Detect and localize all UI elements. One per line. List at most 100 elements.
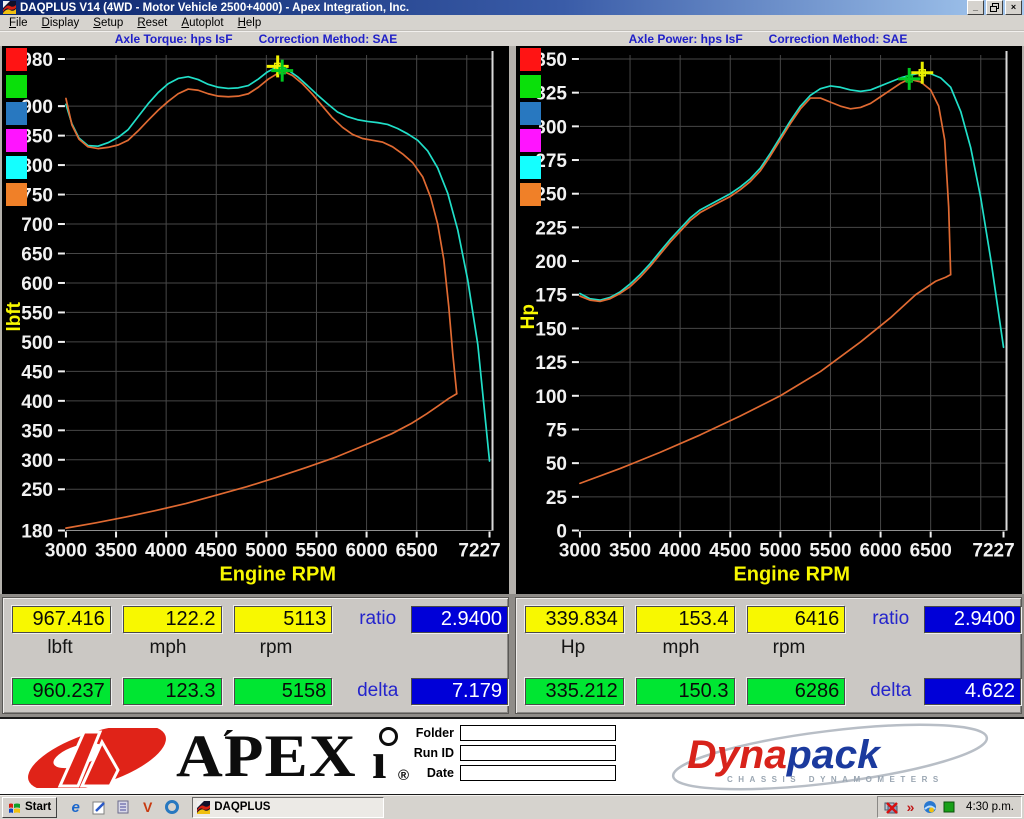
status-square-icon[interactable] xyxy=(941,800,956,815)
taskbar: Start e V DAQPLUS xyxy=(0,795,1024,819)
update-globe-icon[interactable] xyxy=(922,800,937,815)
svg-text:250: 250 xyxy=(535,185,567,206)
unit-rpm: rpm xyxy=(228,637,324,659)
svg-text:7227: 7227 xyxy=(972,541,1014,562)
date-input[interactable] xyxy=(460,765,616,781)
apex-logo-text: APEX xyxy=(176,719,357,793)
logo-strip: APEX ´ ı ® Folder Run ID Date Dynapack xyxy=(0,717,1024,795)
minimize-button[interactable]: _ xyxy=(967,0,984,15)
charts-row: 9809008508007507006506005505004504003503… xyxy=(0,46,1024,593)
svg-text:Engine RPM: Engine RPM xyxy=(219,564,336,586)
app-icon xyxy=(3,1,16,14)
svg-text:700: 700 xyxy=(21,215,53,236)
rpm-run1-value: 6416 xyxy=(747,606,846,633)
daqplus-app-icon xyxy=(197,801,210,814)
svg-text:150: 150 xyxy=(535,320,567,341)
messenger-icon[interactable] xyxy=(163,799,180,816)
torque-header: Axle Torque: hps IsF Correction Method: … xyxy=(0,31,512,46)
svg-text:6500: 6500 xyxy=(396,541,438,562)
windows-flag-icon xyxy=(8,801,22,814)
svg-text:Hp: Hp xyxy=(517,304,538,329)
close-button[interactable]: × xyxy=(1005,0,1022,15)
svg-text:125: 125 xyxy=(535,353,567,374)
menu-setup[interactable]: Setup xyxy=(86,17,130,29)
media-v-icon[interactable]: V xyxy=(139,799,156,816)
power-run1-value: 339.834 xyxy=(525,606,624,633)
date-label: Date xyxy=(404,766,454,780)
run-id-input[interactable] xyxy=(460,745,616,761)
svg-text:5000: 5000 xyxy=(759,541,801,562)
svg-text:350: 350 xyxy=(21,422,53,443)
svg-text:3500: 3500 xyxy=(608,541,650,562)
svg-text:180: 180 xyxy=(21,522,53,543)
torque-correction-label: Correction Method: SAE xyxy=(259,32,398,46)
app-window: DAQPLUS V14 (4WD - Motor Vehicle 2500+40… xyxy=(0,0,1024,819)
menu-file[interactable]: File xyxy=(2,17,35,29)
mph-run2-value: 123.3 xyxy=(123,678,222,705)
svg-text:980: 980 xyxy=(21,50,53,71)
svg-text:3000: 3000 xyxy=(558,541,600,562)
torque-chart-plot[interactable]: 9809008508007507006506005505004504003503… xyxy=(2,46,509,593)
restore-button[interactable] xyxy=(986,0,1003,15)
svg-text:900: 900 xyxy=(21,97,53,118)
system-tray: » 4:30 p.m. xyxy=(877,796,1022,818)
start-button[interactable]: Start xyxy=(2,797,57,818)
svg-text:275: 275 xyxy=(535,151,567,172)
network-error-icon[interactable] xyxy=(884,800,899,815)
svg-text:350: 350 xyxy=(535,50,567,71)
document-icon[interactable] xyxy=(115,799,132,816)
menu-help[interactable]: Help xyxy=(231,17,269,29)
ie-icon[interactable]: e xyxy=(67,799,84,816)
dynapack-logo-text: Dynapack xyxy=(687,733,880,778)
unit-hp: Hp xyxy=(525,637,621,659)
apex-emblem-icon xyxy=(22,728,172,788)
svg-text:250: 250 xyxy=(21,480,53,501)
power-header-title: Axle Power: hps IsF xyxy=(629,32,743,46)
torque-header-title: Axle Torque: hps IsF xyxy=(115,32,233,46)
mph-run2-value: 150.3 xyxy=(636,678,735,705)
unit-rpm: rpm xyxy=(741,637,837,659)
power-chart-plot[interactable]: 3503253002752502252001751501251007550250… xyxy=(516,46,1023,593)
power-chart[interactable]: 3503253002752502252001751501251007550250… xyxy=(516,46,1023,593)
menu-autoplot[interactable]: Autoplot xyxy=(174,17,230,29)
rpm-run2-value: 5158 xyxy=(234,678,333,705)
svg-text:5500: 5500 xyxy=(809,541,851,562)
window-title: DAQPLUS V14 (4WD - Motor Vehicle 2500+40… xyxy=(20,2,965,14)
svg-text:500: 500 xyxy=(21,333,53,354)
svg-text:300: 300 xyxy=(535,118,567,139)
svg-text:300: 300 xyxy=(21,451,53,472)
folder-label: Folder xyxy=(404,726,454,740)
svg-text:Engine RPM: Engine RPM xyxy=(733,564,850,586)
ratio-label: ratio xyxy=(857,608,924,630)
menu-reset[interactable]: Reset xyxy=(130,17,174,29)
svg-text:225: 225 xyxy=(535,219,567,240)
run-id-label: Run ID xyxy=(404,746,454,760)
delta-value: 4.622 xyxy=(924,678,1021,705)
svg-text:550: 550 xyxy=(21,304,53,325)
chart-header-strip: Axle Torque: hps IsF Correction Method: … xyxy=(0,31,1024,46)
menu-display[interactable]: Display xyxy=(35,17,87,29)
dynapack-subtitle: CHASSIS DYNAMOMETERS xyxy=(727,775,944,784)
svg-text:4500: 4500 xyxy=(195,541,237,562)
power-run2-value: 335.212 xyxy=(525,678,624,705)
power-header: Axle Power: hps IsF Correction Method: S… xyxy=(512,31,1024,46)
svg-text:25: 25 xyxy=(545,488,567,509)
folder-input[interactable] xyxy=(460,725,616,741)
delta-label: delta xyxy=(344,680,411,702)
svg-text:5500: 5500 xyxy=(295,541,337,562)
fast-forward-icon[interactable]: » xyxy=(903,800,918,815)
svg-text:5000: 5000 xyxy=(245,541,287,562)
unit-mph: mph xyxy=(120,637,216,659)
svg-text:400: 400 xyxy=(21,392,53,413)
mph-run1-value: 122.2 xyxy=(123,606,222,633)
menu-bar: FileDisplaySetupResetAutoplotHelp xyxy=(0,15,1024,30)
torque-chart[interactable]: 9809008508007507006506005505004504003503… xyxy=(2,46,509,593)
svg-text:4500: 4500 xyxy=(709,541,751,562)
svg-text:6000: 6000 xyxy=(345,541,387,562)
quick-launch: e V xyxy=(67,799,180,816)
svg-text:lbft: lbft xyxy=(4,302,25,332)
compose-icon[interactable] xyxy=(91,799,108,816)
mph-run1-value: 153.4 xyxy=(636,606,735,633)
daqplus-task-button[interactable]: DAQPLUS xyxy=(192,797,384,818)
torque-run1-value: 967.416 xyxy=(12,606,111,633)
